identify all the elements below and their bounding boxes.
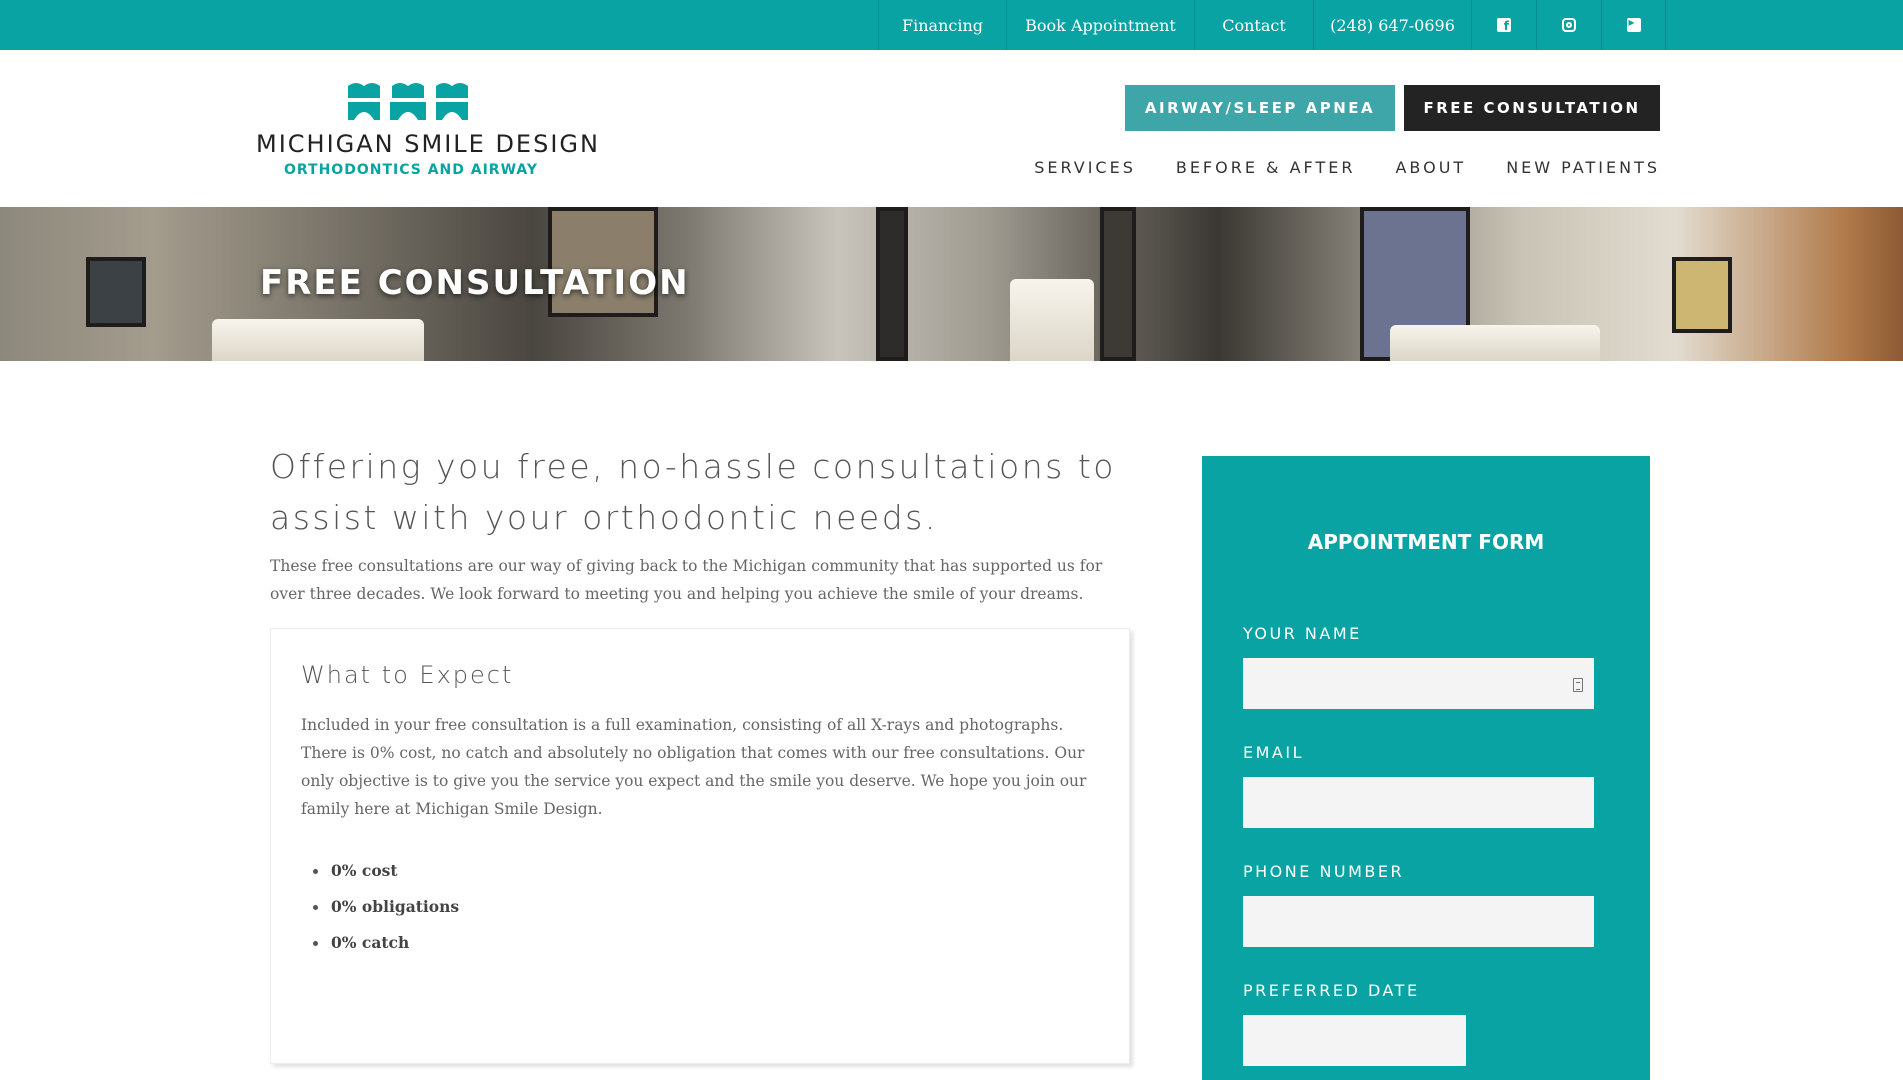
intro-heading: Offering you free, no-hassle consultatio… <box>270 447 1116 537</box>
facebook-link[interactable] <box>1471 0 1536 50</box>
wall-frame-image <box>1100 207 1136 361</box>
phone-number-label: PHONE NUMBER <box>1243 862 1405 881</box>
utility-links: Financing Book Appointment Contact (248)… <box>878 0 1666 50</box>
email-label: EMAIL <box>1243 743 1304 762</box>
your-name-label: YOUR NAME <box>1243 624 1362 643</box>
logo-tagline: ORTHODONTICS AND AIRWAY <box>283 162 539 178</box>
wall-frame-image <box>86 257 146 327</box>
financing-link[interactable]: Financing <box>878 0 1006 50</box>
facebook-icon <box>1497 18 1511 33</box>
teeth-logo-icon <box>348 83 468 120</box>
nav-services[interactable]: SERVICES <box>1034 158 1136 177</box>
nav-about[interactable]: ABOUT <box>1395 158 1466 177</box>
wall-frame-image <box>1672 257 1732 333</box>
appointment-form: APPOINTMENT FORM YOUR NAME EMAIL PHONE N… <box>1202 456 1650 1080</box>
twitter-link[interactable] <box>1601 0 1666 50</box>
top-utility-bar: Financing Book Appointment Contact (248)… <box>0 0 1903 50</box>
free-consultation-button[interactable]: FREE CONSULTATION <box>1404 85 1660 131</box>
site-logo[interactable]: MICHIGAN SMILE DESIGN ORTHODONTICS AND A… <box>256 80 600 190</box>
what-to-expect-title: What to Expect <box>301 661 514 689</box>
wall-frame-image <box>876 207 908 361</box>
your-name-input[interactable] <box>1243 658 1594 709</box>
nav-before-after[interactable]: BEFORE & AFTER <box>1176 158 1356 177</box>
nav-new-patients[interactable]: NEW PATIENTS <box>1506 158 1660 177</box>
phone-number-input[interactable] <box>1243 896 1594 947</box>
list-item: 0% cost <box>301 853 459 889</box>
list-item: 0% catch <box>301 925 459 961</box>
intro-paragraph: These free consultations are our way of … <box>270 557 1103 603</box>
autofill-contact-icon[interactable] <box>1573 678 1583 692</box>
preferred-date-input[interactable] <box>1243 1015 1466 1066</box>
site-header: MICHIGAN SMILE DESIGN ORTHODONTICS AND A… <box>0 50 1903 207</box>
email-input[interactable] <box>1243 777 1594 828</box>
lamp-image <box>1010 279 1094 361</box>
what-to-expect-card: What to Expect Included in your free con… <box>270 628 1130 1064</box>
list-item: 0% obligations <box>301 889 459 925</box>
page-title: FREE CONSULTATION <box>260 263 690 303</box>
benefits-list: 0% cost 0% obligations 0% catch <box>301 853 459 961</box>
logo-name: MICHIGAN SMILE DESIGN <box>256 130 600 158</box>
lamp-image <box>1390 325 1600 361</box>
instagram-icon <box>1562 18 1576 32</box>
book-appointment-link[interactable]: Book Appointment <box>1006 0 1194 50</box>
preferred-date-label: PREFERRED DATE <box>1243 981 1420 1000</box>
phone-link[interactable]: (248) 647-0696 <box>1313 0 1471 50</box>
airway-sleep-apnea-button[interactable]: AIRWAY/SLEEP APNEA <box>1125 85 1395 131</box>
main-navigation: SERVICES BEFORE & AFTER ABOUT NEW PATIEN… <box>1034 158 1660 177</box>
twitter-icon <box>1626 15 1641 32</box>
hero-banner: FREE CONSULTATION <box>0 207 1903 361</box>
instagram-link[interactable] <box>1536 0 1601 50</box>
what-to-expect-paragraph: Included in your free consultation is a … <box>301 716 1087 818</box>
lamp-image <box>212 319 424 361</box>
contact-link[interactable]: Contact <box>1194 0 1313 50</box>
appointment-form-title: APPOINTMENT FORM <box>1307 530 1545 554</box>
